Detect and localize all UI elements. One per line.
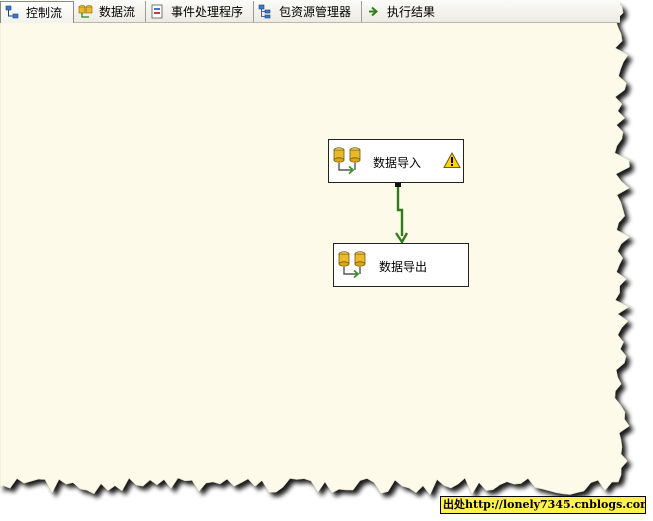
tab-event-handlers-label: 事件处理程序 [171,5,244,19]
task-data-import-label: 数据导入 [373,156,422,170]
tab-package-explorer[interactable]: 包资源管理器 [254,1,362,22]
task-data-import[interactable]: 数据导入 [328,139,464,183]
tab-control-flow-label: 控制流 [26,6,63,20]
tab-data-flow[interactable]: 数据流 [74,1,146,22]
designer-tab-bar: 控制流 数据流 事件处理程序 包资源管理器 执行结果 [0,0,620,23]
canvas-paper [0,0,631,496]
tab-event-handlers[interactable]: 事件处理程序 [146,1,254,22]
source-watermark: 出处http://lonely7345.cnblogs.com [440,496,646,514]
tab-control-flow[interactable]: 控制流 [0,1,74,23]
tab-progress-label: 执行结果 [387,5,436,19]
data-flow-icon [78,4,93,19]
tab-data-flow-label: 数据流 [99,5,136,19]
package-explorer-icon [258,4,273,19]
tab-package-explorer-label: 包资源管理器 [279,5,352,19]
data-flow-task-icon [333,146,361,179]
warning-icon[interactable] [443,151,461,172]
tab-progress[interactable]: 执行结果 [362,1,452,22]
task-data-export[interactable]: 数据导出 [333,243,469,287]
task-data-export-label: 数据导出 [379,260,428,274]
event-handlers-icon [150,4,165,19]
control-flow-icon [5,5,20,20]
data-flow-task-icon [338,250,366,283]
progress-arrow-icon [366,4,381,19]
screenshot-stage: 控制流 数据流 事件处理程序 包资源管理器 执行结果 数据导入 数据导出 出处h… [0,0,653,521]
design-canvas[interactable] [0,0,653,521]
